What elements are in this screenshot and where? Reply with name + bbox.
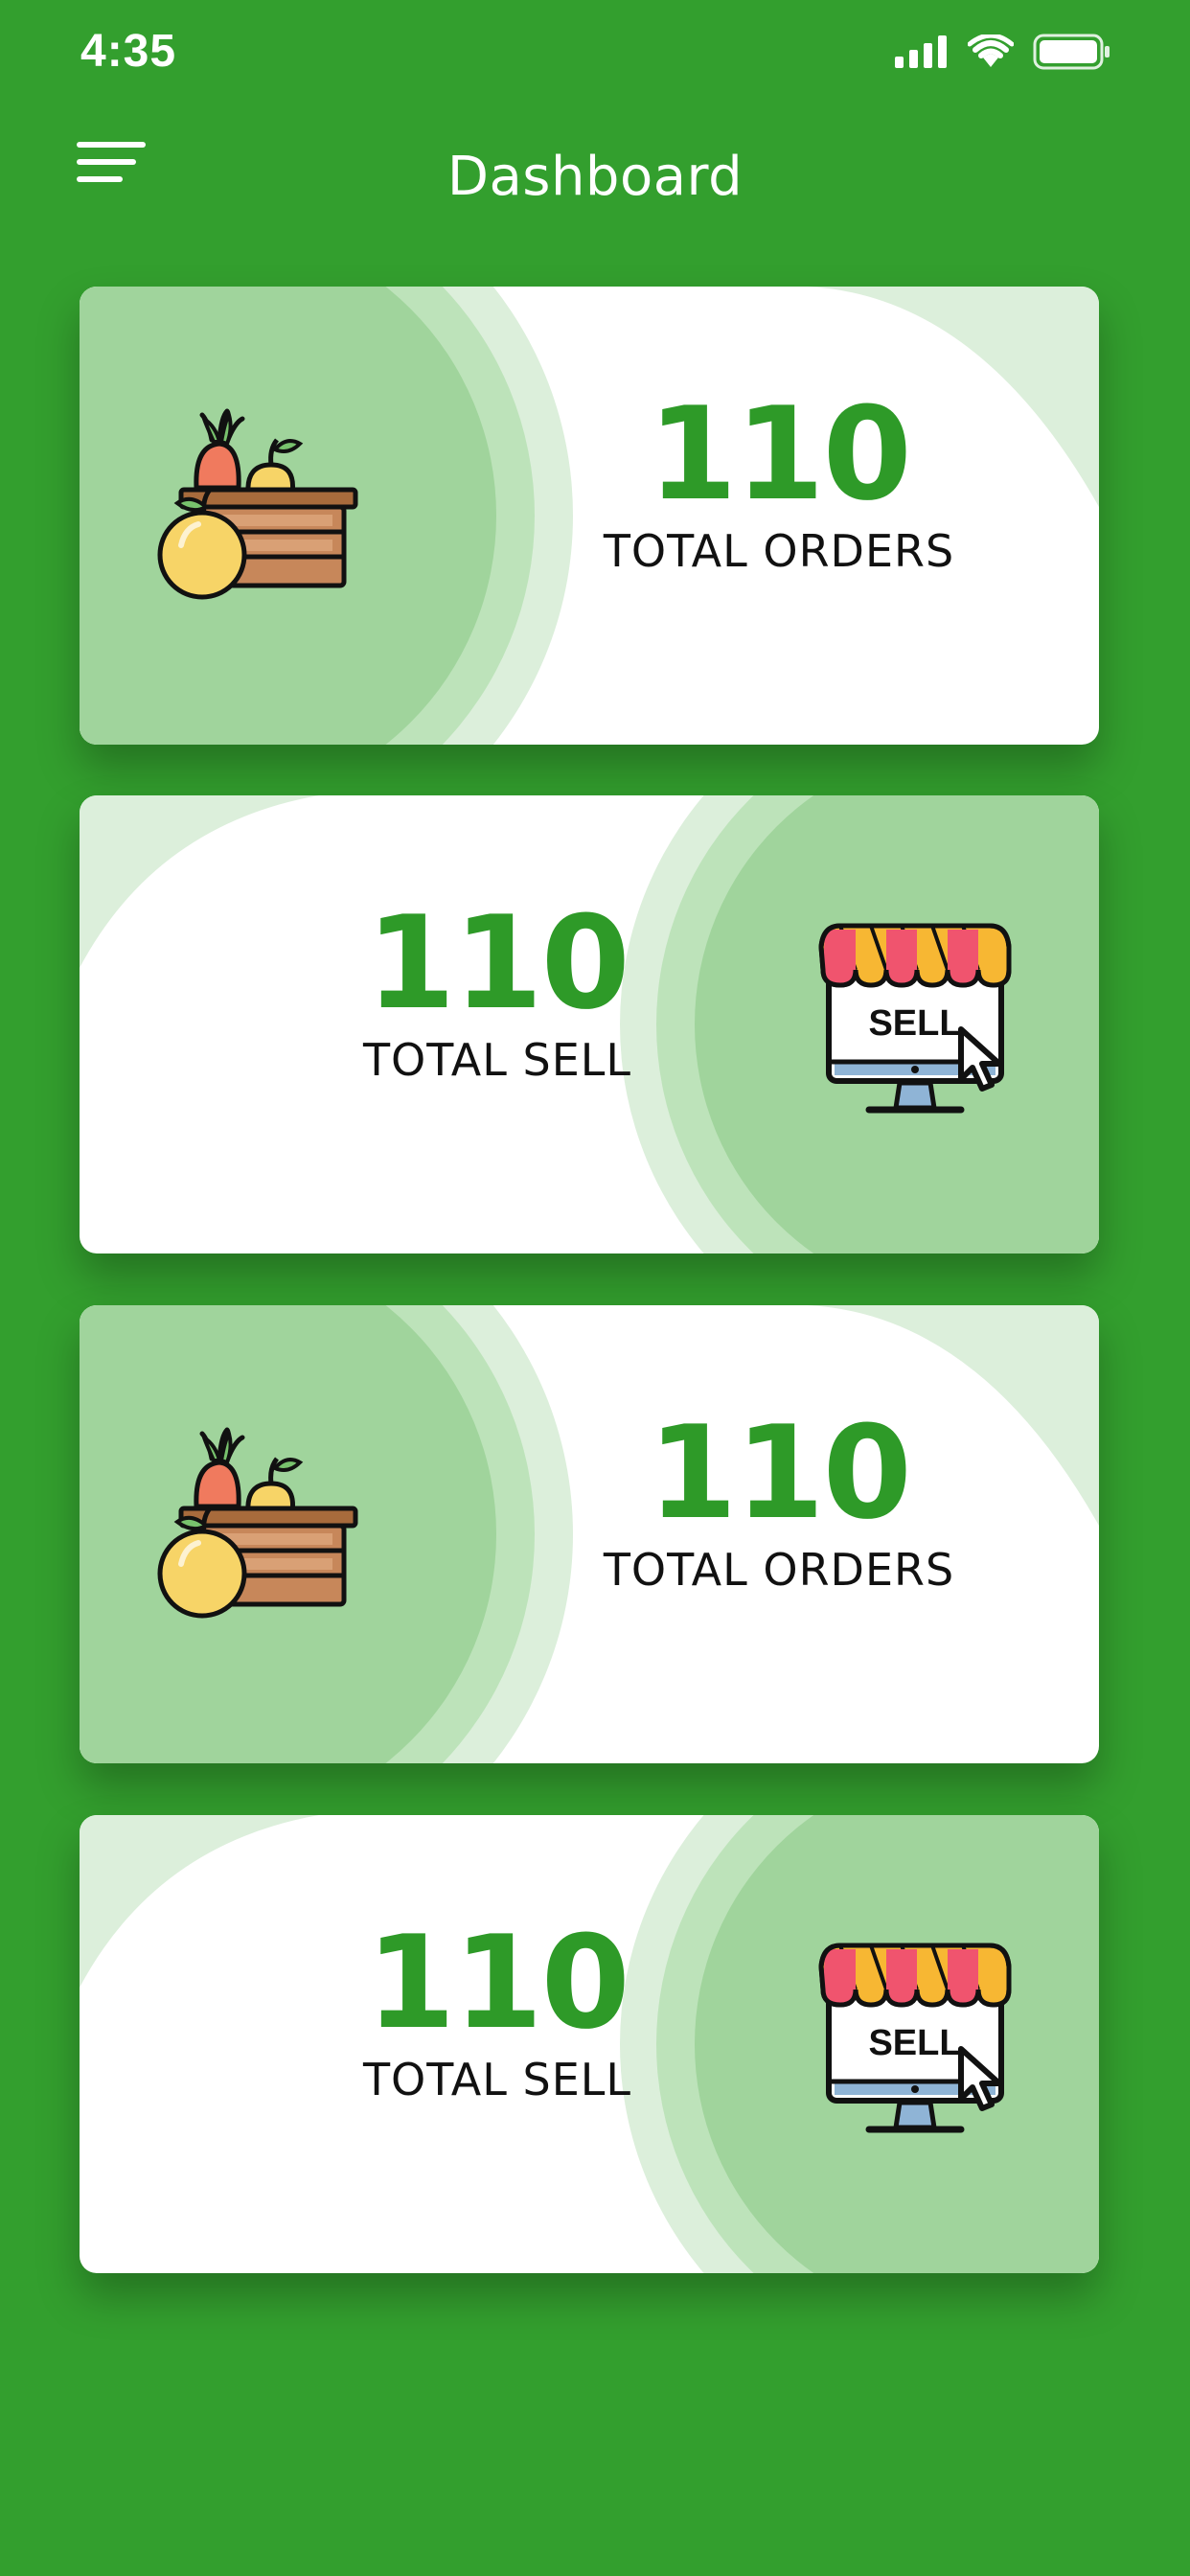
produce-crate-icon [152, 1420, 363, 1631]
total-orders-value: 110 [648, 1398, 912, 1548]
stat-block: 110 TOTAL ORDERS [539, 382, 1018, 580]
total-sell-value: 110 [366, 1908, 630, 2058]
total-orders-card[interactable]: 110 TOTAL ORDERS [80, 287, 1099, 745]
stat-block: 110 TOTAL SELL [258, 891, 737, 1089]
sell-sign-text: SELL [868, 2023, 961, 2063]
total-orders-label: TOTAL ORDERS [603, 1544, 955, 1596]
online-shop-sell-icon: SELL [810, 1938, 1020, 2149]
sell-sign-text: SELL [868, 1003, 961, 1044]
total-orders-label: TOTAL ORDERS [603, 525, 955, 577]
total-sell-card[interactable]: SELL 110 TOTAL SELL [80, 1815, 1099, 2273]
status-bar: 4:35 [0, 0, 1190, 105]
battery-icon [1033, 34, 1110, 70]
total-sell-label: TOTAL SELL [362, 1034, 632, 1086]
stat-block: 110 TOTAL SELL [258, 1911, 737, 2108]
total-orders-value: 110 [648, 380, 912, 529]
cellular-signal-icon [895, 35, 947, 68]
total-sell-label: TOTAL SELL [362, 2054, 632, 2105]
total-sell-card[interactable]: SELL 110 TOTAL SELL [80, 795, 1099, 1254]
total-orders-card[interactable]: 110 TOTAL ORDERS [80, 1305, 1099, 1763]
total-sell-value: 110 [366, 888, 630, 1038]
produce-crate-icon [152, 402, 363, 612]
app-header: Dashboard [0, 125, 1190, 240]
online-shop-sell-icon: SELL [810, 918, 1020, 1129]
status-icons [895, 33, 1111, 71]
stat-block: 110 TOTAL ORDERS [539, 1401, 1018, 1598]
page-title: Dashboard [446, 146, 744, 208]
status-time: 4:35 [80, 26, 177, 77]
wifi-icon [968, 34, 1014, 67]
